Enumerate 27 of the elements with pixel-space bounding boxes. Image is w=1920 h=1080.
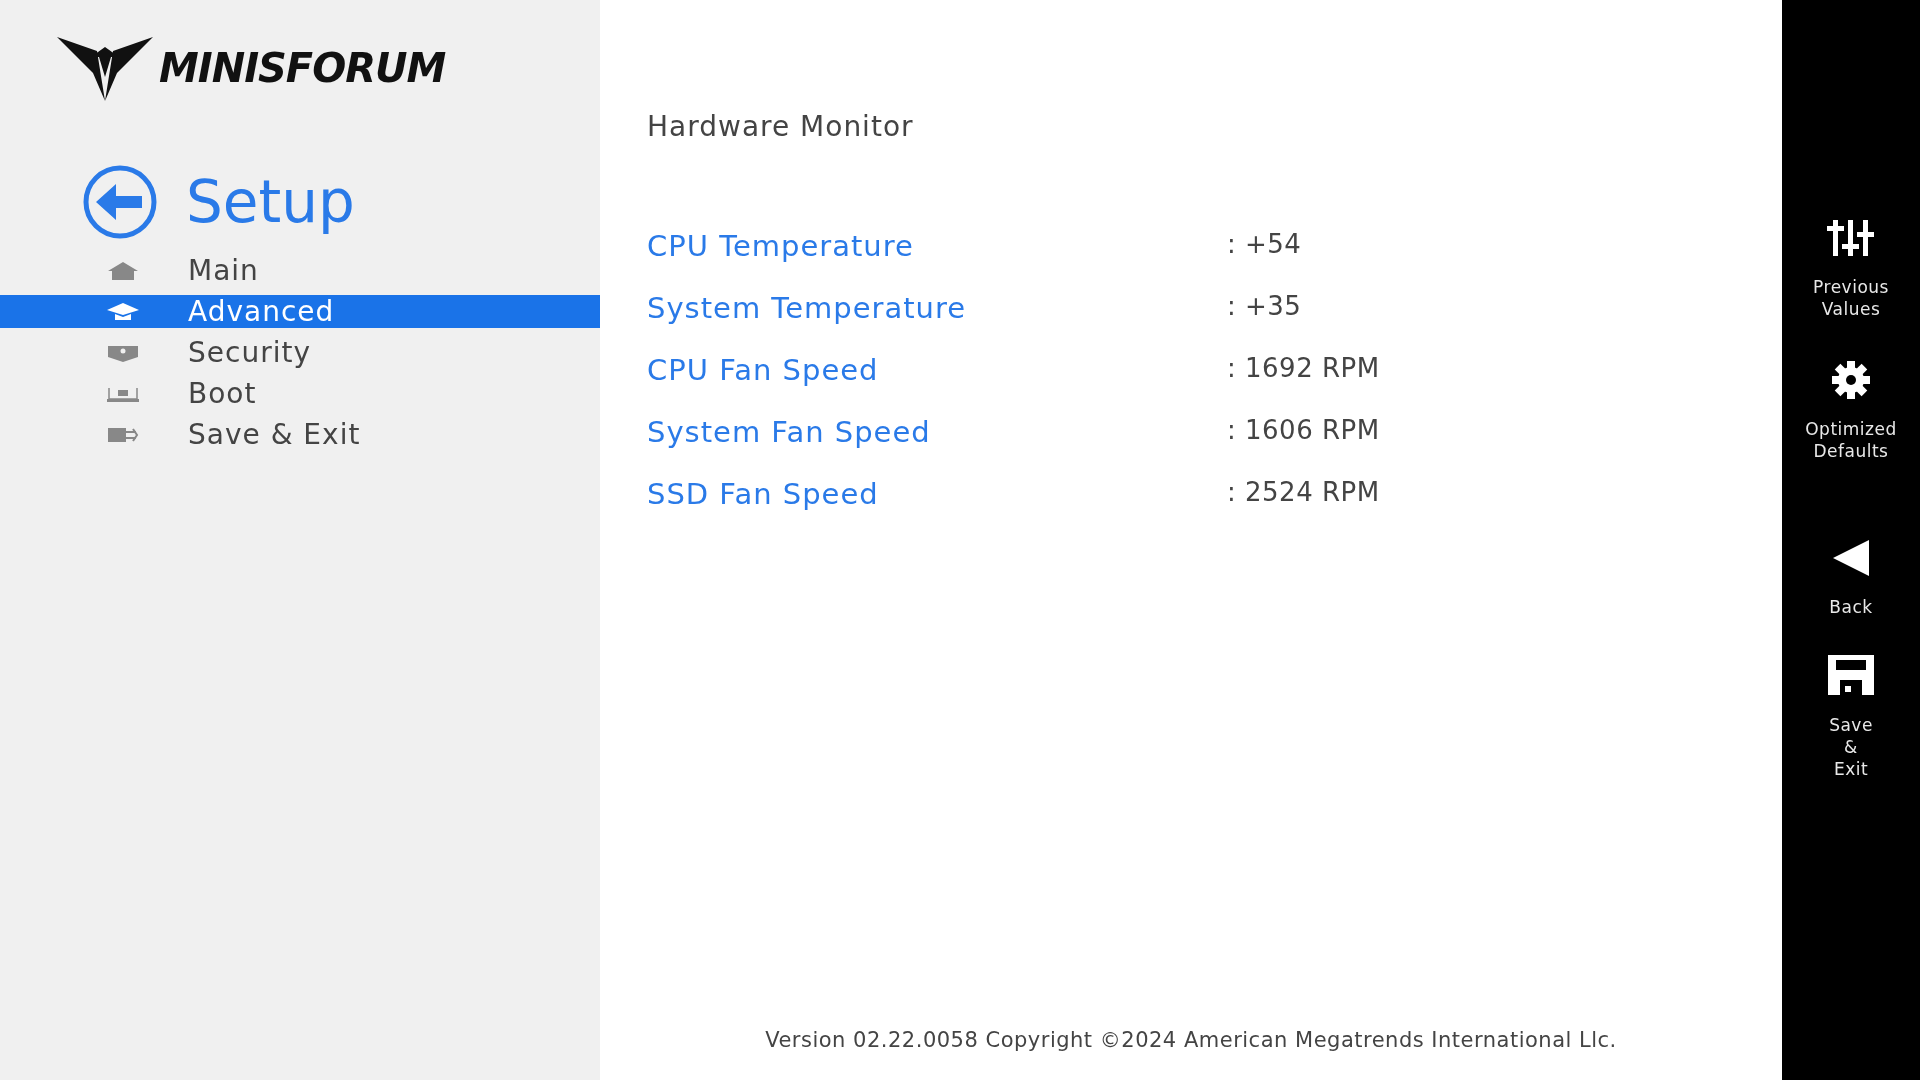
house-icon	[106, 260, 140, 281]
menu-item[interactable]: Boot	[0, 377, 600, 410]
sensor-value: : 1606 RPM	[1227, 415, 1380, 445]
action-button[interactable]: Back	[1786, 538, 1916, 618]
action-button[interactable]: Optimized Defaults	[1786, 360, 1916, 462]
action-button[interactable]: Previous Values	[1786, 218, 1916, 320]
version-text: Version 02.22.0058 Copyright ©2024 American Megatrends International Llc.	[764, 1028, 1618, 1052]
sensor-label[interactable]: SSD Fan Speed	[647, 477, 1227, 511]
sensor-label[interactable]: System Temperature	[647, 291, 1227, 325]
graduation-cap-icon	[106, 301, 140, 322]
back-triangle-icon	[1831, 538, 1871, 578]
sensor-value: : +35	[1227, 291, 1302, 321]
sensor-value: : +54	[1227, 229, 1302, 259]
menu-item[interactable]: Security	[0, 336, 600, 369]
menu-item[interactable]: Main	[0, 254, 600, 287]
setup-title: Setup	[186, 168, 355, 236]
sensor-label[interactable]: System Fan Speed	[647, 415, 1227, 449]
menu-item[interactable]: Advanced	[0, 295, 600, 328]
brand-logo-text: MINISFORUM	[159, 45, 446, 91]
action-button[interactable]: Save & Exit	[1786, 654, 1916, 780]
page-title: Hardware Monitor	[647, 110, 915, 143]
sliders-icon	[1825, 218, 1877, 258]
sensor-value: : 1692 RPM	[1227, 353, 1380, 383]
sensor-label[interactable]: CPU Temperature	[647, 229, 1227, 263]
sensor-label[interactable]: CPU Fan Speed	[647, 353, 1227, 387]
sensor-value: : 2524 RPM	[1227, 477, 1380, 507]
menu-item[interactable]: Save & Exit	[0, 418, 600, 451]
